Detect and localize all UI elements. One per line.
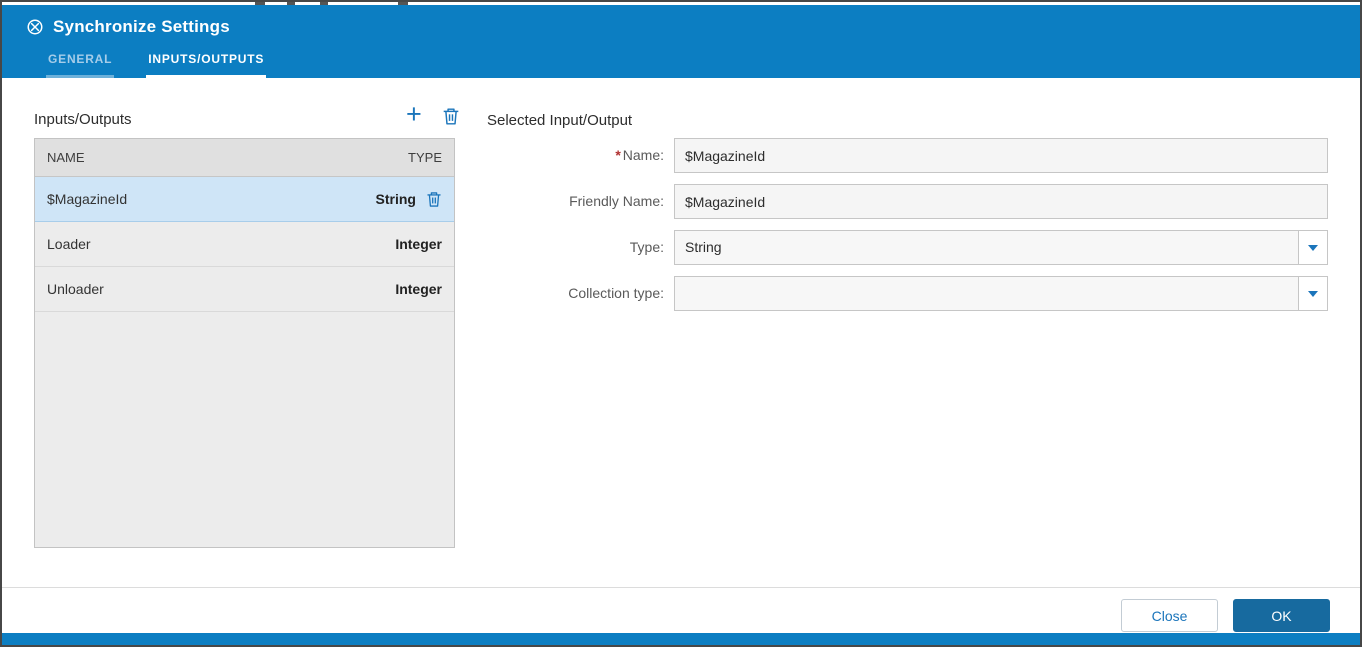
row-name: Unloader: [47, 281, 104, 297]
chevron-down-icon: [1308, 245, 1318, 251]
friendly-name-input[interactable]: [674, 184, 1328, 219]
type-select-arrow-button[interactable]: [1298, 231, 1327, 264]
ok-button[interactable]: OK: [1233, 599, 1330, 632]
footer-divider: [2, 587, 1360, 588]
row-type: Integer: [395, 236, 442, 252]
row-name: $MagazineId: [47, 191, 127, 207]
name-label: *Name:: [480, 138, 674, 173]
column-header-name: NAME: [47, 150, 85, 165]
row-type: Integer: [395, 281, 442, 297]
type-select-value: String: [675, 231, 1298, 264]
friendly-name-label: Friendly Name:: [480, 184, 674, 219]
tab-inputs-outputs[interactable]: INPUTS/OUTPUTS: [146, 46, 266, 78]
dialog-title: Synchronize Settings: [53, 17, 230, 37]
row-name: Loader: [47, 236, 91, 252]
delete-input-output-icon[interactable]: [442, 107, 460, 126]
name-input[interactable]: [674, 138, 1328, 173]
add-input-output-icon[interactable]: +: [406, 101, 422, 127]
collection-type-label: Collection type:: [480, 276, 674, 311]
selected-input-output-form: *Name: Friendly Name: Type: String Colle…: [480, 138, 1328, 322]
footer-button-group: Close OK: [1121, 599, 1330, 632]
tab-bar: GENERAL INPUTS/OUTPUTS: [46, 46, 266, 78]
collection-type-field-row: Collection type:: [480, 276, 1328, 311]
row-type: String: [376, 191, 416, 207]
dialog-header: Synchronize Settings GENERAL INPUTS/OUTP…: [2, 5, 1360, 78]
dialog-bottom-strip: [2, 633, 1360, 645]
required-marker: *: [615, 147, 620, 163]
chevron-down-icon: [1308, 291, 1318, 297]
collection-type-select[interactable]: [674, 276, 1328, 311]
row-delete-icon[interactable]: [426, 191, 442, 208]
table-row-loader[interactable]: Loader Integer: [35, 222, 454, 267]
synchronize-icon: [26, 18, 44, 36]
tab-general[interactable]: GENERAL: [46, 46, 114, 78]
selected-input-output-heading: Selected Input/Output: [487, 112, 632, 129]
type-label: Type:: [480, 230, 674, 265]
table-row-unloader[interactable]: Unloader Integer: [35, 267, 454, 312]
friendly-name-field-row: Friendly Name:: [480, 184, 1328, 219]
collection-type-select-value: [675, 277, 1298, 310]
close-button[interactable]: Close: [1121, 599, 1218, 632]
collection-type-select-arrow-button[interactable]: [1298, 277, 1327, 310]
inputs-outputs-table: NAME TYPE $MagazineId String Load: [34, 138, 455, 548]
type-select[interactable]: String: [674, 230, 1328, 265]
table-row-magazineid[interactable]: $MagazineId String: [35, 177, 454, 222]
synchronize-settings-dialog: Synchronize Settings GENERAL INPUTS/OUTP…: [0, 0, 1362, 647]
inputs-outputs-heading: Inputs/Outputs: [34, 111, 132, 128]
name-field-row: *Name:: [480, 138, 1328, 173]
table-header-row: NAME TYPE: [35, 139, 454, 177]
type-field-row: Type: String: [480, 230, 1328, 265]
column-header-type: TYPE: [408, 150, 442, 165]
